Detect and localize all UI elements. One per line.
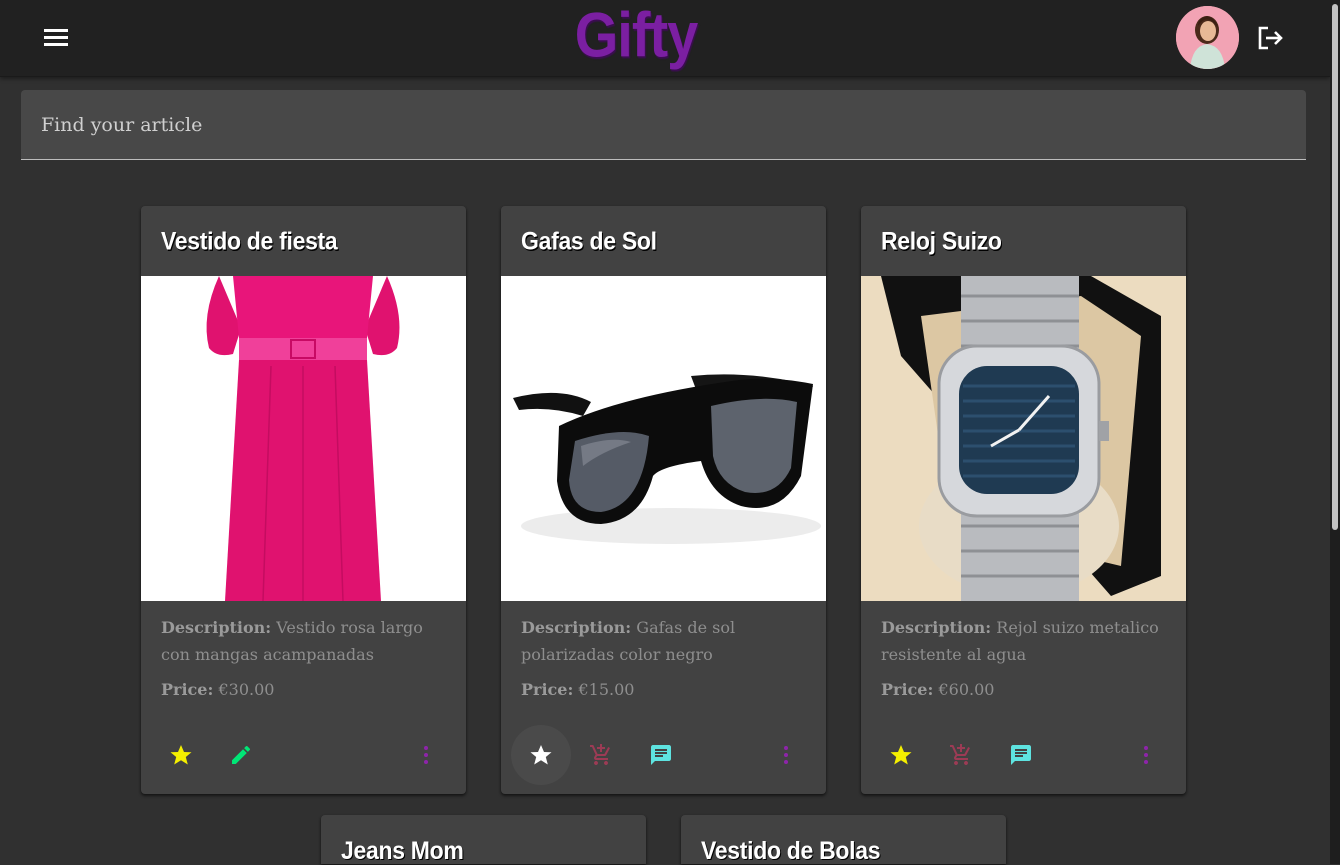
product-image[interactable] xyxy=(141,276,466,601)
price-label: Price: xyxy=(161,680,214,699)
product-price: Price: €30.00 xyxy=(161,676,274,703)
more-options-button[interactable] xyxy=(396,725,456,785)
product-card: Jeans Mom xyxy=(321,815,646,864)
price-value: €60.00 xyxy=(938,680,995,699)
product-card: Gafas de Sol Description: Gafas de sol p… xyxy=(501,206,826,794)
product-price: Price: €15.00 xyxy=(521,676,634,703)
card-title: Jeans Mom xyxy=(341,835,464,865)
add-cart-icon xyxy=(590,744,610,765)
product-description: Description: Rejol suizo metalico resist… xyxy=(881,614,1166,668)
comment-icon xyxy=(1011,745,1031,765)
card-title: Vestido de fiesta xyxy=(161,226,338,256)
product-image[interactable] xyxy=(861,276,1186,601)
product-image[interactable] xyxy=(501,276,826,601)
product-card: Vestido de fiesta Description: Vestido r… xyxy=(141,206,466,794)
page-scrollbar[interactable] xyxy=(1330,0,1340,864)
search-input[interactable] xyxy=(21,90,1306,159)
description-label: Description: xyxy=(521,618,632,637)
card-title: Reloj Suizo xyxy=(881,226,1002,256)
app-bar: Gifty xyxy=(0,0,1330,77)
avatar[interactable] xyxy=(1176,6,1239,69)
price-value: €30.00 xyxy=(218,680,275,699)
product-price: Price: €60.00 xyxy=(881,676,994,703)
product-description: Description: Vestido rosa largo con mang… xyxy=(161,614,446,668)
user-avatar-icon xyxy=(1176,6,1239,69)
sunglasses-image xyxy=(501,276,826,601)
price-label: Price: xyxy=(521,680,574,699)
star-icon xyxy=(170,745,192,765)
star-icon xyxy=(530,745,552,765)
favorite-button[interactable] xyxy=(511,725,571,785)
edit-button[interactable] xyxy=(211,725,271,785)
add-to-cart-button[interactable] xyxy=(571,725,631,785)
more-vert-icon xyxy=(1144,746,1148,764)
edit-icon xyxy=(232,745,251,764)
more-options-button[interactable] xyxy=(756,725,816,785)
add-to-cart-button[interactable] xyxy=(931,725,991,785)
logout-icon xyxy=(1258,26,1283,50)
favorite-button[interactable] xyxy=(151,725,211,785)
logout-button[interactable] xyxy=(1254,22,1288,54)
product-card: Vestido de Bolas xyxy=(681,815,1006,864)
star-icon xyxy=(890,745,912,765)
add-cart-icon xyxy=(950,744,970,765)
description-label: Description: xyxy=(161,618,272,637)
app-title[interactable]: Gifty xyxy=(0,0,1272,71)
price-value: €15.00 xyxy=(578,680,635,699)
comment-button[interactable] xyxy=(991,725,1051,785)
favorite-button[interactable] xyxy=(871,725,931,785)
card-title: Gafas de Sol xyxy=(521,226,657,256)
product-description: Description: Gafas de sol polarizadas co… xyxy=(521,614,806,668)
comment-icon xyxy=(651,745,671,765)
comment-button[interactable] xyxy=(631,725,691,785)
description-label: Description: xyxy=(881,618,992,637)
more-vert-icon xyxy=(424,746,428,764)
search-field xyxy=(21,90,1306,160)
price-label: Price: xyxy=(881,680,934,699)
card-title: Vestido de Bolas xyxy=(701,835,881,865)
product-card: Reloj Suizo Description: Rejol suizo met… xyxy=(861,206,1186,794)
more-vert-icon xyxy=(784,746,788,764)
scrollbar-thumb[interactable] xyxy=(1332,4,1338,530)
dress-image xyxy=(141,276,466,601)
watch-image xyxy=(861,276,1186,601)
more-options-button[interactable] xyxy=(1116,725,1176,785)
